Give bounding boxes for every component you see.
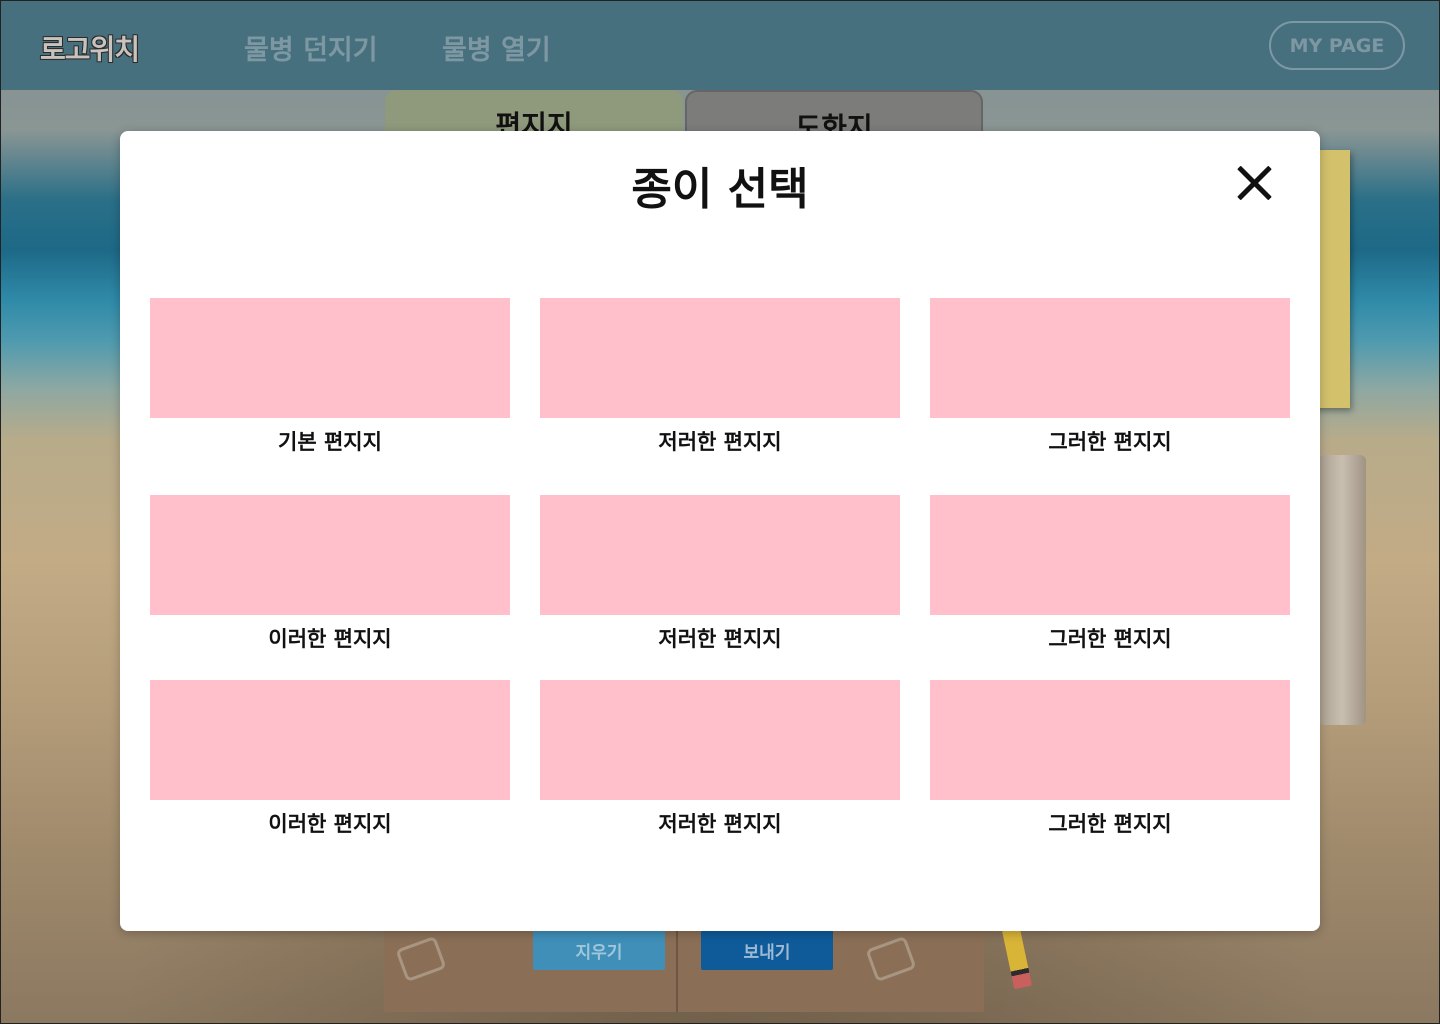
paper-swatch[interactable] xyxy=(150,495,510,615)
paper-label: 저러한 편지지 xyxy=(658,812,782,836)
paper-swatch[interactable] xyxy=(540,298,900,418)
paper-swatch[interactable] xyxy=(930,495,1290,615)
paper-swatch[interactable] xyxy=(540,495,900,615)
paper-swatch[interactable] xyxy=(930,680,1290,800)
paper-label: 그러한 편지지 xyxy=(1048,812,1172,836)
close-icon[interactable] xyxy=(1232,161,1276,205)
paper-label: 저러한 편지지 xyxy=(658,627,782,651)
paper-label: 이러한 편지지 xyxy=(268,627,392,651)
paper-option[interactable]: 저러한 편지지 xyxy=(540,298,900,456)
paper-option[interactable]: 그러한 편지지 xyxy=(930,495,1290,653)
paper-option[interactable]: 저러한 편지지 xyxy=(540,495,900,653)
paper-option[interactable]: 이러한 편지지 xyxy=(150,680,510,838)
paper-label: 그러한 편지지 xyxy=(1048,627,1172,651)
paper-option[interactable]: 기본 편지지 xyxy=(150,298,510,456)
paper-label: 저러한 편지지 xyxy=(658,430,782,454)
paper-option[interactable]: 이러한 편지지 xyxy=(150,495,510,653)
paper-select-modal: 종이 선택 기본 편지지 저러한 편지지 그러한 편지지 이러한 편지지 저러한… xyxy=(120,131,1320,931)
paper-option[interactable]: 그러한 편지지 xyxy=(930,680,1290,838)
paper-swatch[interactable] xyxy=(150,298,510,418)
paper-option[interactable]: 그러한 편지지 xyxy=(930,298,1290,456)
paper-label: 이러한 편지지 xyxy=(268,812,392,836)
paper-swatch[interactable] xyxy=(150,680,510,800)
paper-swatch[interactable] xyxy=(930,298,1290,418)
modal-title: 종이 선택 xyxy=(631,164,809,215)
paper-swatch[interactable] xyxy=(540,680,900,800)
paper-label: 기본 편지지 xyxy=(278,430,382,454)
paper-option[interactable]: 저러한 편지지 xyxy=(540,680,900,838)
paper-label: 그러한 편지지 xyxy=(1048,430,1172,454)
